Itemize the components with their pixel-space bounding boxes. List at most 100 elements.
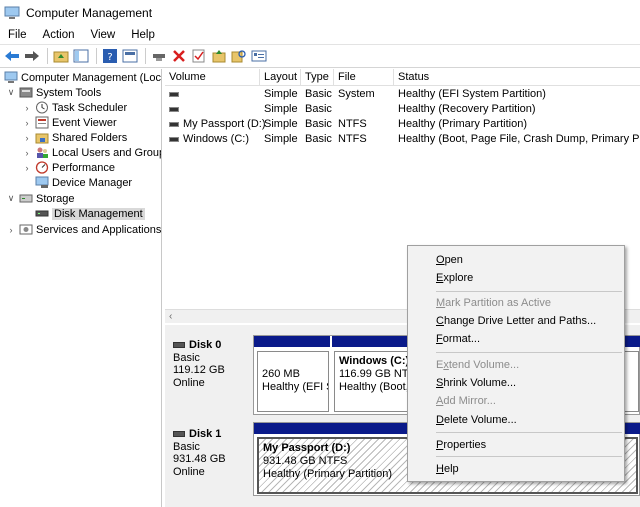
collapsed-chevron-icon[interactable]: › xyxy=(22,118,32,128)
disk-0-label[interactable]: Disk 0 Basic 119.12 GB Online xyxy=(165,333,251,415)
menu-item-change-drive-letter[interactable]: Change Drive Letter and Paths... xyxy=(408,312,624,330)
volume-type: Basic xyxy=(305,133,332,145)
search-icon[interactable] xyxy=(230,47,248,65)
clock-icon xyxy=(36,101,48,114)
tree-item-storage[interactable]: ∨ Storage xyxy=(6,191,75,206)
tree-item-task-scheduler[interactable]: › Task Scheduler xyxy=(22,100,127,115)
import-icon[interactable] xyxy=(210,47,228,65)
partition-efi[interactable]: 260 MB Healthy (EFI Sy xyxy=(257,351,329,412)
volume-status: Healthy (Boot, Page File, Crash Dump, Pr… xyxy=(398,133,640,145)
tree-item-services-apps[interactable]: › Services and Applications xyxy=(6,222,162,237)
disk-icon xyxy=(173,431,185,438)
volume-row[interactable]: Windows (C:) Simple Basic NTFS Healthy (… xyxy=(165,132,640,147)
tree-item-event-viewer[interactable]: › Event Viewer xyxy=(22,115,117,130)
title-bar: Computer Management xyxy=(0,0,640,25)
volume-filesystem: NTFS xyxy=(338,133,367,145)
back-arrow-icon[interactable] xyxy=(3,47,21,65)
disk-status: Online xyxy=(173,465,205,478)
partition-size: 260 MB xyxy=(262,368,300,380)
volume-status: Healthy (Primary Partition) xyxy=(398,118,527,130)
column-header-filesystem[interactable]: File System xyxy=(334,69,394,100)
volume-type: Basic xyxy=(305,103,332,115)
context-menu: Open Explore Mark Partition as Active Ch… xyxy=(407,245,625,482)
menu-file[interactable]: File xyxy=(0,29,35,41)
navigation-tree: Computer Management (Local ∨ System Tool… xyxy=(0,69,162,507)
collapsed-chevron-icon[interactable]: › xyxy=(22,148,32,158)
users-icon xyxy=(37,147,48,158)
tree-item-computer-management[interactable]: Computer Management (Local xyxy=(4,70,162,85)
device-manager-icon xyxy=(35,176,49,188)
delete-icon[interactable] xyxy=(170,47,188,65)
scroll-left-icon[interactable]: ‹ xyxy=(169,311,172,322)
volume-row[interactable]: Simple Basic Healthy (Recovery Partition… xyxy=(165,102,640,117)
expanded-chevron-icon[interactable]: ∨ xyxy=(6,87,16,98)
tree-item-performance[interactable]: › Performance xyxy=(22,160,115,175)
volume-filesystem: NTFS xyxy=(338,118,367,130)
collapsed-chevron-icon[interactable]: › xyxy=(22,133,32,143)
collapsed-chevron-icon[interactable]: › xyxy=(22,103,32,113)
expanded-chevron-icon[interactable]: ∨ xyxy=(6,193,16,204)
disk-name: Disk 1 xyxy=(189,428,222,440)
toolbar-separator xyxy=(96,48,97,64)
shared-folder-icon xyxy=(35,133,49,144)
performance-gauge-icon xyxy=(35,161,49,174)
svg-text:?: ? xyxy=(107,52,112,63)
column-header-type[interactable]: Type xyxy=(301,69,334,86)
menu-separator xyxy=(436,456,622,457)
menu-item-delete-volume[interactable]: Delete Volume... xyxy=(408,411,624,429)
partition-status: Healthy (EFI Sy xyxy=(262,381,328,393)
volume-row[interactable]: My Passport (D:) Simple Basic NTFS Healt… xyxy=(165,117,640,132)
volume-icon xyxy=(169,91,179,97)
tree-item-local-users[interactable]: › Local Users and Groups xyxy=(22,145,162,160)
computer-management-icon xyxy=(4,6,20,19)
menu-view[interactable]: View xyxy=(83,29,124,41)
up-folder-icon[interactable] xyxy=(52,47,70,65)
menu-action[interactable]: Action xyxy=(35,29,83,41)
tree-item-system-tools[interactable]: ∨ System Tools xyxy=(6,85,102,100)
column-header-layout[interactable]: Layout xyxy=(260,69,301,86)
show-hide-tree-icon[interactable] xyxy=(72,47,90,65)
menu-item-shrink-volume[interactable]: Shrink Volume... xyxy=(408,374,624,392)
menu-item-open[interactable]: Open xyxy=(408,251,624,269)
menu-item-help[interactable]: Help xyxy=(408,460,624,478)
console-icon[interactable] xyxy=(121,47,139,65)
tree-item-label: Local Users and Groups xyxy=(52,146,162,159)
disk-size: 119.12 GB xyxy=(173,364,225,376)
menu-item-add-mirror: Add Mirror... xyxy=(436,395,496,407)
menu-item-extend-volume: Extend Volume... xyxy=(436,359,520,371)
volume-type: Basic xyxy=(305,118,332,130)
tree-item-label: Event Viewer xyxy=(52,116,117,129)
window-title: Computer Management xyxy=(26,5,153,20)
forward-arrow-icon[interactable] xyxy=(23,47,41,65)
disk-icon xyxy=(173,342,185,349)
menu-item-properties[interactable]: Properties xyxy=(408,436,624,454)
disk-1-label[interactable]: Disk 1 Basic 931.48 GB Online xyxy=(165,422,251,502)
volume-row[interactable]: Simple Basic Healthy (EFI System Partiti… xyxy=(165,87,640,102)
tree-item-label: Services and Applications xyxy=(36,223,162,236)
connect-icon[interactable] xyxy=(150,47,168,65)
tree-item-label: Computer Management (Local xyxy=(21,71,162,84)
check-icon[interactable] xyxy=(190,47,208,65)
tree-item-label: Task Scheduler xyxy=(52,101,128,114)
tree-item-disk-management[interactable]: Disk Management xyxy=(35,206,145,221)
partition-bar xyxy=(254,336,330,347)
help-icon[interactable]: ? xyxy=(101,47,119,65)
volume-filesystem xyxy=(334,102,338,117)
collapsed-chevron-icon[interactable]: › xyxy=(22,163,32,173)
collapsed-chevron-icon[interactable]: › xyxy=(6,225,16,235)
tree-item-label: Shared Folders xyxy=(52,131,128,144)
tree-item-device-manager[interactable]: Device Manager xyxy=(35,175,132,190)
computer-management-icon xyxy=(4,71,18,83)
tree-item-label: Performance xyxy=(52,161,115,174)
menu-item-format[interactable]: Format... xyxy=(408,330,624,348)
disk-name: Disk 0 xyxy=(189,339,222,351)
tree-item-shared-folders[interactable]: › Shared Folders xyxy=(22,130,127,145)
system-tools-icon xyxy=(19,87,33,98)
properties-icon[interactable] xyxy=(250,47,268,65)
column-header-status[interactable]: Status xyxy=(394,69,640,86)
toolbar-separator xyxy=(47,48,48,64)
volume-layout: Simple xyxy=(264,103,298,115)
menu-help[interactable]: Help xyxy=(123,29,163,41)
menu-item-explore[interactable]: Explore xyxy=(408,269,624,287)
column-header-volume[interactable]: Volume xyxy=(165,69,260,86)
